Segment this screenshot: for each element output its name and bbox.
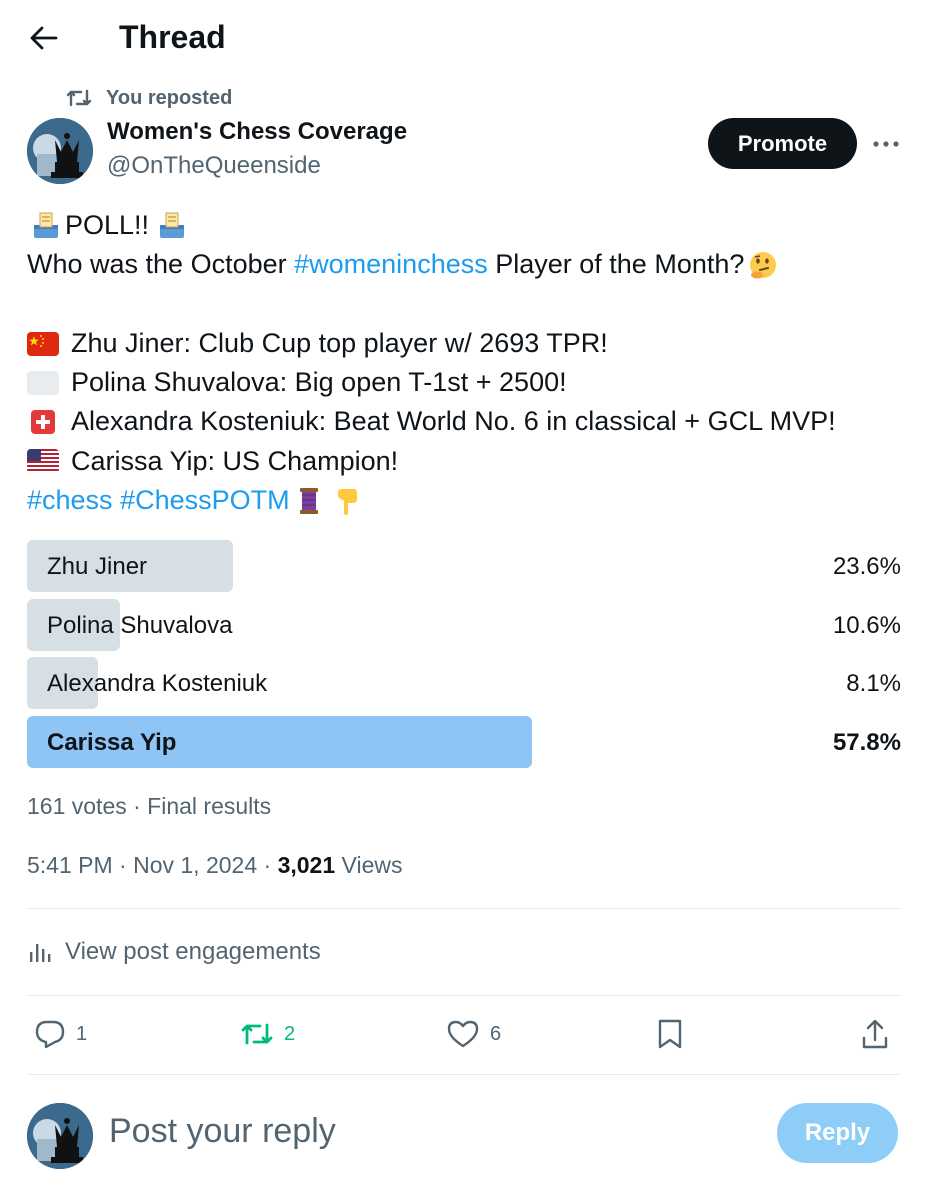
- more-options-icon[interactable]: [866, 130, 906, 158]
- candidate-line: Zhu Jiner: Club Cup top player w/ 2693 T…: [27, 324, 907, 363]
- post-body: POLL!! Who was the October #womeninchess…: [27, 206, 907, 520]
- question-text-end: Player of the Month?: [487, 249, 745, 280]
- repost-icon: [241, 1023, 273, 1045]
- repost-text: You reposted: [106, 86, 233, 109]
- question-text-start: Who was the October: [27, 249, 295, 280]
- divider: [27, 1074, 901, 1075]
- ballot-box-icon: [31, 211, 61, 241]
- candidate-line: Carissa Yip: US Champion!: [27, 442, 907, 481]
- pointing-down-icon: [332, 486, 362, 516]
- reply-action[interactable]: 1: [34, 1014, 87, 1054]
- views-label: Views: [335, 852, 403, 878]
- poll-option-percent: 10.6%: [832, 611, 901, 639]
- post-line-question: Who was the October #womeninchess Player…: [27, 245, 907, 284]
- candidate-text: Alexandra Kosteniuk: Beat World No. 6 in…: [71, 406, 836, 437]
- back-arrow-icon[interactable]: [24, 18, 64, 58]
- candidate-line: Alexandra Kosteniuk: Beat World No. 6 in…: [27, 402, 907, 441]
- switzerland-flag-icon: [31, 410, 55, 435]
- poll: Zhu Jiner 23.6% Polina Shuvalova 10.6% A…: [27, 540, 901, 775]
- bookmark-action[interactable]: [656, 1014, 694, 1054]
- hashtag-chess[interactable]: #chess: [27, 481, 113, 520]
- reply-count: 1: [76, 1022, 88, 1045]
- candidate-text: Carissa Yip: US Champion!: [71, 445, 399, 476]
- reply-icon: [35, 1020, 65, 1049]
- candidate-line: Polina Shuvalova: Big open T-1st + 2500!: [27, 363, 907, 402]
- repost-count: 2: [284, 1022, 296, 1045]
- heart-icon: [447, 1020, 479, 1048]
- poll-option-percent: 57.8%: [832, 729, 901, 757]
- post-line-tags: #chess #ChessPOTM: [27, 481, 907, 520]
- like-count: 6: [490, 1022, 502, 1045]
- analytics-icon: [30, 944, 51, 962]
- poll-option-percent: 23.6%: [832, 553, 901, 580]
- page-title: Thread: [119, 19, 226, 55]
- post-time[interactable]: 5:41 PM · Nov 1, 2024 ·: [27, 852, 278, 878]
- view-engagements-link[interactable]: View post engagements: [27, 936, 321, 968]
- poll-heading-text: POLL!!: [65, 210, 150, 240]
- share-icon: [862, 1019, 888, 1049]
- promote-button[interactable]: Promote: [708, 118, 857, 169]
- poll-option: Alexandra Kosteniuk 8.1%: [27, 657, 901, 710]
- hashtag-chesspotm[interactable]: #ChessPOTM: [120, 481, 290, 520]
- poll-results-meta: 161 votes · Final results: [27, 793, 272, 819]
- poll-option: Polina Shuvalova 10.6%: [27, 598, 901, 651]
- author-avatar[interactable]: [27, 118, 93, 184]
- poll-option-label: Carissa Yip: [47, 729, 177, 757]
- reply-button[interactable]: Reply: [777, 1103, 898, 1163]
- engagements-label: View post engagements: [65, 938, 321, 965]
- reply-input[interactable]: Post your reply: [109, 1112, 336, 1151]
- repost-action[interactable]: 2: [240, 1014, 295, 1054]
- poll-option: Zhu Jiner 23.6%: [27, 540, 901, 592]
- poll-option-winner: Carissa Yip 57.8%: [27, 716, 901, 769]
- candidate-text: Zhu Jiner: Club Cup top player w/ 2693 T…: [71, 327, 608, 358]
- hashtag-womeninchess[interactable]: #womeninchess: [294, 245, 488, 284]
- ballot-box-icon: [157, 211, 187, 241]
- repost-icon: [66, 89, 92, 107]
- divider: [27, 995, 901, 996]
- thread-header: Thread: [0, 0, 928, 80]
- repost-indicator[interactable]: You reposted: [66, 84, 232, 112]
- poll-option-percent: 8.1%: [846, 670, 901, 698]
- my-avatar[interactable]: [27, 1103, 93, 1169]
- candidate-text: Polina Shuvalova: Big open T-1st + 2500!: [71, 367, 567, 398]
- views-count: 3,021: [277, 852, 336, 878]
- usa-flag-icon: [27, 449, 59, 474]
- bookmark-icon: [658, 1019, 682, 1049]
- post-line-blank: [27, 285, 907, 324]
- divider: [27, 908, 901, 909]
- poll-option-label: Alexandra Kosteniuk: [47, 670, 268, 698]
- share-action[interactable]: [860, 1014, 900, 1054]
- china-flag-icon: [27, 331, 59, 356]
- blank-flag-icon: [27, 370, 59, 395]
- author-handle[interactable]: @OnTheQueenside: [107, 152, 321, 180]
- poll-option-label: Zhu Jiner: [47, 553, 148, 580]
- author-display-name[interactable]: Women's Chess Coverage: [107, 118, 407, 146]
- thinking-face-icon: [748, 250, 778, 280]
- poll-option-label: Polina Shuvalova: [47, 611, 233, 639]
- thread-spool-icon: [294, 486, 324, 516]
- post-line-poll: POLL!!: [27, 206, 907, 245]
- like-action[interactable]: 6: [446, 1014, 501, 1054]
- post-timestamp: 5:41 PM · Nov 1, 2024 · 3,021 Views: [27, 852, 402, 879]
